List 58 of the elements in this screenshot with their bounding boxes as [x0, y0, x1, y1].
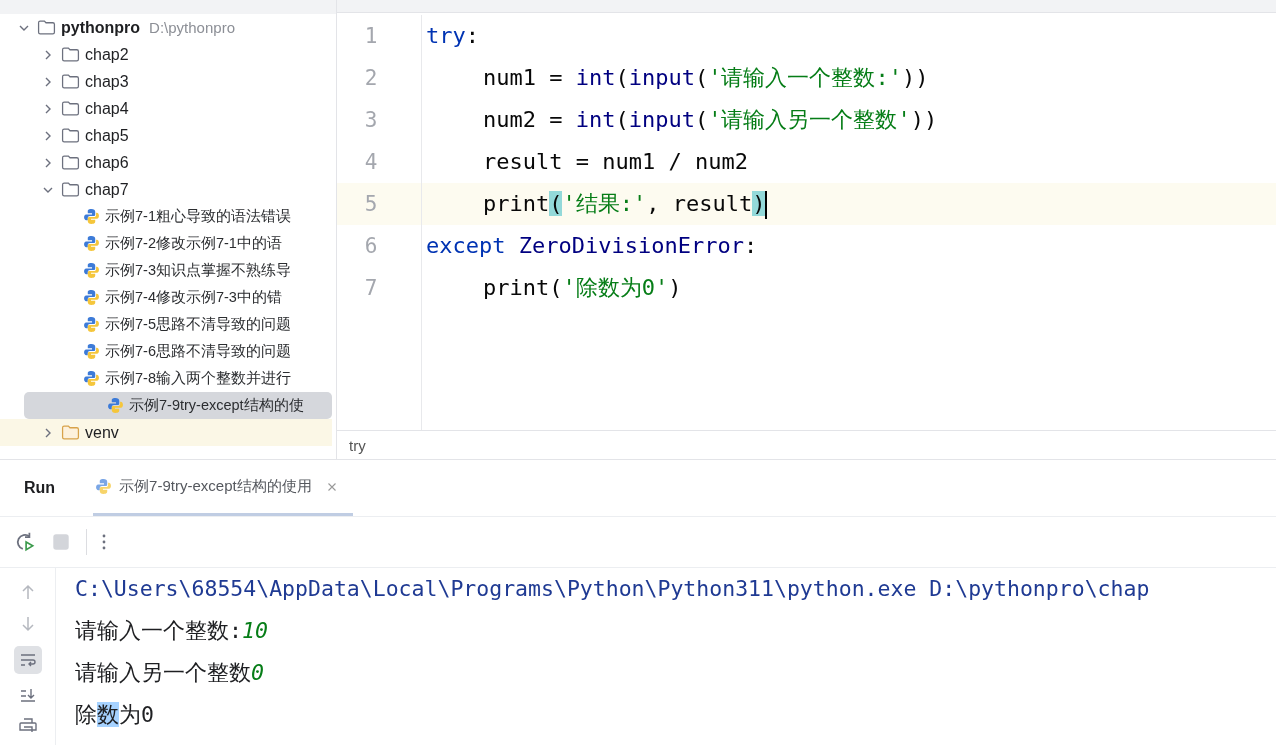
folder-icon [61, 101, 80, 116]
line-number: 7 [364, 276, 378, 300]
run-tab[interactable]: 示例7-9try-except结构的使用 [93, 460, 353, 516]
run-panel-title: Run [24, 479, 56, 497]
code-line: result = num1 / num2 [482, 148, 749, 176]
folder-icon [61, 74, 80, 89]
python-file-icon [95, 478, 113, 495]
soft-wrap-button[interactable] [13, 646, 42, 674]
python-file-icon [83, 262, 100, 279]
tree-item[interactable]: 示例7-5思路不清导致的问题 [0, 311, 332, 338]
tree-item[interactable]: chap7 [0, 176, 332, 203]
path-hint: D:\pythonpro [149, 19, 235, 36]
console-line: 请输入另一个整数0 [75, 659, 265, 687]
line-number: 5 [364, 192, 378, 216]
folder-icon [37, 20, 56, 35]
folder-icon [61, 425, 80, 440]
tree-item[interactable]: chap6 [0, 149, 332, 176]
tree-item[interactable]: chap4 [0, 95, 332, 122]
python-file-icon [83, 208, 100, 225]
line-number: 6 [364, 234, 378, 258]
tree-item[interactable]: 示例7-6思路不清导致的问题 [0, 338, 332, 365]
python-file-icon [83, 316, 100, 333]
code-line: num2 = int(input('请输入另一个整数')) [482, 106, 939, 134]
tree-item[interactable]: pythonpro D:\pythonpro [0, 14, 332, 41]
close-icon[interactable] [326, 481, 337, 492]
code-line: num1 = int(input('请输入一个整数:')) [482, 64, 930, 92]
python-file-icon [83, 289, 100, 306]
tree-item[interactable]: 示例7-3知识点掌握不熟练导 [0, 257, 332, 284]
code-line: except ZeroDivisionError: [425, 232, 759, 260]
tree-item[interactable]: chap5 [0, 122, 332, 149]
tree-item[interactable]: 示例7-8输入两个整数并进行 [0, 365, 332, 392]
line-number: 3 [364, 108, 378, 132]
console-line: C:\Users\68554\AppData\Local\Programs\Python\Python311\python.exe D:\pythonpro\chap [75, 575, 1150, 603]
code-line: print('除数为0') [482, 274, 683, 302]
python-file-icon [83, 343, 100, 360]
tree-item[interactable]: 示例7-9try-except结构的使 [24, 392, 332, 419]
line-number: 1 [364, 24, 378, 48]
code-line: try: [425, 22, 480, 50]
folder-icon [61, 47, 80, 62]
tree-item[interactable]: 示例7-4修改示例7-3中的错 [0, 284, 332, 311]
tree-item[interactable]: venv [0, 419, 332, 446]
python-file-icon [83, 235, 100, 252]
folder-icon [61, 128, 80, 143]
console-line: 请输入一个整数:10 [75, 617, 269, 645]
folder-icon [61, 155, 80, 170]
tree-item[interactable]: chap2 [0, 41, 332, 68]
print-icon[interactable] [17, 718, 38, 732]
breadcrumb-item[interactable]: try [349, 436, 366, 454]
tree-item[interactable]: 示例7-1粗心导致的语法错误 [0, 203, 332, 230]
python-file-icon [107, 397, 124, 414]
line-number: 2 [364, 66, 378, 90]
folder-icon [61, 182, 80, 197]
tree-item[interactable]: chap3 [0, 68, 332, 95]
python-file-icon [83, 370, 100, 387]
line-number: 4 [364, 150, 378, 174]
console-line: 除数为0 [75, 701, 155, 729]
rerun-icon[interactable] [14, 531, 36, 553]
tree-item[interactable]: 示例7-2修改示例7-1中的语 [0, 230, 332, 257]
